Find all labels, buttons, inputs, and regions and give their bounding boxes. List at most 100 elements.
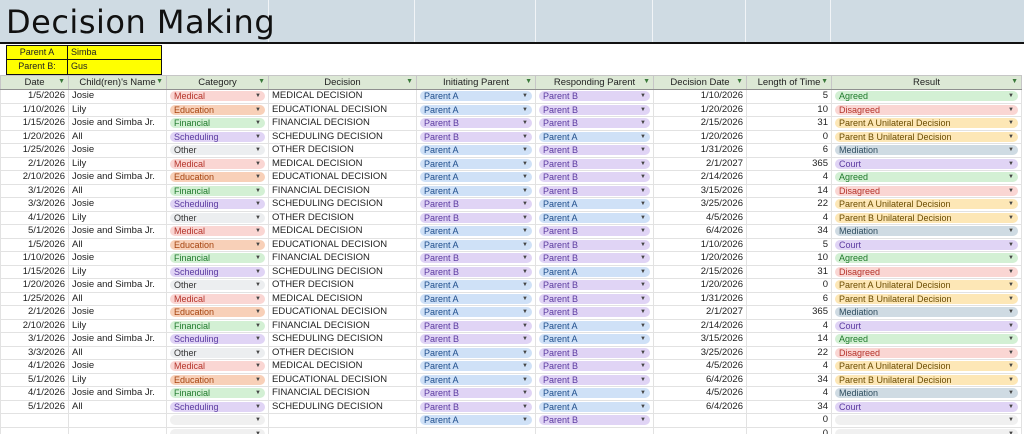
dropdown-arrow-icon[interactable]: ▼ xyxy=(640,307,646,317)
dropdown-chip[interactable]: Parent B Unilateral Decision ▼ xyxy=(835,374,1018,385)
dropdown-arrow-icon[interactable]: ▼ xyxy=(640,159,646,169)
dropdown-chip[interactable]: Education ▼ xyxy=(170,104,265,115)
table-cell[interactable]: Parent B ▼ xyxy=(535,89,654,104)
dropdown-arrow-icon[interactable]: ▼ xyxy=(255,253,261,263)
dropdown-chip[interactable]: Parent B ▼ xyxy=(420,266,532,277)
table-cell[interactable]: 1/5/2026 xyxy=(0,89,69,104)
table-cell[interactable]: Parent B ▼ xyxy=(416,386,536,401)
table-cell[interactable]: 6 xyxy=(746,143,832,158)
table-cell[interactable]: Parent A ▼ xyxy=(535,399,654,414)
dropdown-arrow-icon[interactable]: ▼ xyxy=(640,280,646,290)
dropdown-arrow-icon[interactable]: ▼ xyxy=(255,321,261,331)
table-cell[interactable]: Josie and Simba Jr. xyxy=(68,224,167,239)
table-cell[interactable]: Parent A ▼ xyxy=(416,143,536,158)
table-cell[interactable]: Parent B ▼ xyxy=(535,143,654,158)
table-cell[interactable]: ▼ xyxy=(166,413,269,428)
dropdown-arrow-icon[interactable]: ▼ xyxy=(1008,402,1014,412)
table-cell[interactable]: 4 xyxy=(746,318,832,333)
dropdown-chip[interactable]: Parent A ▼ xyxy=(420,226,532,237)
table-cell[interactable]: 3/15/2026 xyxy=(653,183,747,198)
table-cell[interactable]: MEDICAL DECISION xyxy=(268,359,417,374)
table-cell[interactable]: 6 xyxy=(746,291,832,306)
dropdown-arrow-icon[interactable]: ▼ xyxy=(1008,199,1014,209)
dropdown-arrow-icon[interactable]: ▼ xyxy=(1008,240,1014,250)
table-cell[interactable]: All xyxy=(68,399,167,414)
dropdown-chip[interactable]: Mediation ▼ xyxy=(835,307,1018,318)
dropdown-chip[interactable]: Mediation ▼ xyxy=(835,145,1018,156)
dropdown-chip[interactable]: Scheduling ▼ xyxy=(170,401,265,412)
table-cell[interactable]: Parent A ▼ xyxy=(535,129,654,144)
table-cell[interactable]: Parent A ▼ xyxy=(416,183,536,198)
table-cell[interactable] xyxy=(68,413,167,428)
table-cell[interactable]: ▼ xyxy=(831,426,1022,434)
dropdown-arrow-icon[interactable]: ▼ xyxy=(1008,186,1014,196)
dropdown-chip[interactable]: Parent A ▼ xyxy=(420,374,532,385)
dropdown-chip[interactable]: Agreed ▼ xyxy=(835,253,1018,264)
dropdown-arrow-icon[interactable]: ▼ xyxy=(1008,105,1014,115)
dropdown-chip[interactable]: Medical ▼ xyxy=(170,361,265,372)
dropdown-chip[interactable]: Medical ▼ xyxy=(170,158,265,169)
dropdown-chip[interactable]: Medical ▼ xyxy=(170,91,265,102)
dropdown-chip[interactable]: Parent B ▼ xyxy=(420,118,532,129)
table-cell[interactable]: Parent B ▼ xyxy=(535,359,654,374)
dropdown-chip[interactable]: Disagreed ▼ xyxy=(835,347,1018,358)
table-cell[interactable]: Parent B Unilateral Decision ▼ xyxy=(831,210,1022,225)
dropdown-arrow-icon[interactable]: ▼ xyxy=(255,132,261,142)
dropdown-chip[interactable]: Scheduling ▼ xyxy=(170,199,265,210)
dropdown-arrow-icon[interactable]: ▼ xyxy=(255,429,261,434)
column-header[interactable]: Initiating Parent ▼ xyxy=(416,75,536,90)
table-cell[interactable]: Josie xyxy=(68,251,167,266)
table-cell[interactable]: 4 xyxy=(746,359,832,374)
table-cell[interactable]: Parent B ▼ xyxy=(535,102,654,117)
table-cell[interactable]: All xyxy=(68,237,167,252)
table-cell[interactable]: Parent A ▼ xyxy=(416,372,536,387)
dropdown-arrow-icon[interactable]: ▼ xyxy=(522,226,528,236)
table-cell[interactable]: Financial ▼ xyxy=(166,386,269,401)
dropdown-chip[interactable]: Parent B ▼ xyxy=(539,293,650,304)
table-cell[interactable] xyxy=(0,413,69,428)
dropdown-chip[interactable]: Parent A ▼ xyxy=(420,347,532,358)
dropdown-arrow-icon[interactable]: ▼ xyxy=(640,415,646,425)
parent-b-name[interactable]: Gus xyxy=(68,60,162,75)
dropdown-arrow-icon[interactable]: ▼ xyxy=(522,91,528,101)
table-cell[interactable]: EDUCATIONAL DECISION xyxy=(268,237,417,252)
dropdown-arrow-icon[interactable]: ▼ xyxy=(255,213,261,223)
column-header[interactable]: Decision Date ▼ xyxy=(653,75,747,90)
table-cell[interactable]: Josie xyxy=(68,197,167,212)
table-cell[interactable]: Parent B ▼ xyxy=(535,156,654,171)
table-cell[interactable] xyxy=(0,426,69,434)
table-cell[interactable]: Lily xyxy=(68,210,167,225)
table-cell[interactable]: Financial ▼ xyxy=(166,318,269,333)
dropdown-chip[interactable]: Parent A ▼ xyxy=(420,158,532,169)
dropdown-chip[interactable]: Parent B ▼ xyxy=(420,199,532,210)
dropdown-arrow-icon[interactable]: ▼ xyxy=(640,132,646,142)
dropdown-chip[interactable]: Parent B ▼ xyxy=(539,145,650,156)
table-cell[interactable]: SCHEDULING DECISION xyxy=(268,332,417,347)
table-cell[interactable]: 5 xyxy=(746,237,832,252)
dropdown-arrow-icon[interactable]: ▼ xyxy=(522,172,528,182)
dropdown-chip[interactable]: ▼ xyxy=(170,428,265,434)
table-cell[interactable]: Parent B Unilateral Decision ▼ xyxy=(831,129,1022,144)
table-cell[interactable]: 365 xyxy=(746,305,832,320)
table-cell[interactable]: 2/10/2026 xyxy=(0,170,69,185)
table-cell[interactable]: 2/1/2026 xyxy=(0,305,69,320)
table-cell[interactable]: Scheduling ▼ xyxy=(166,197,269,212)
table-cell[interactable] xyxy=(268,413,417,428)
table-cell[interactable]: Scheduling ▼ xyxy=(166,399,269,414)
table-cell[interactable]: Parent A ▼ xyxy=(416,237,536,252)
table-cell[interactable]: Parent A ▼ xyxy=(416,89,536,104)
dropdown-arrow-icon[interactable]: ▼ xyxy=(640,375,646,385)
dropdown-arrow-icon[interactable]: ▼ xyxy=(1008,159,1014,169)
dropdown-arrow-icon[interactable]: ▼ xyxy=(255,159,261,169)
table-cell[interactable]: Parent A ▼ xyxy=(535,197,654,212)
dropdown-arrow-icon[interactable]: ▼ xyxy=(522,280,528,290)
filter-icon[interactable]: ▼ xyxy=(258,78,265,85)
table-cell[interactable]: Other ▼ xyxy=(166,210,269,225)
dropdown-arrow-icon[interactable]: ▼ xyxy=(1008,361,1014,371)
table-cell[interactable]: Parent B ▼ xyxy=(416,332,536,347)
dropdown-chip[interactable]: Other ▼ xyxy=(170,280,265,291)
table-cell[interactable]: FINANCIAL DECISION xyxy=(268,318,417,333)
dropdown-chip[interactable]: Financial ▼ xyxy=(170,320,265,331)
dropdown-arrow-icon[interactable]: ▼ xyxy=(522,361,528,371)
table-cell[interactable]: MEDICAL DECISION xyxy=(268,89,417,104)
